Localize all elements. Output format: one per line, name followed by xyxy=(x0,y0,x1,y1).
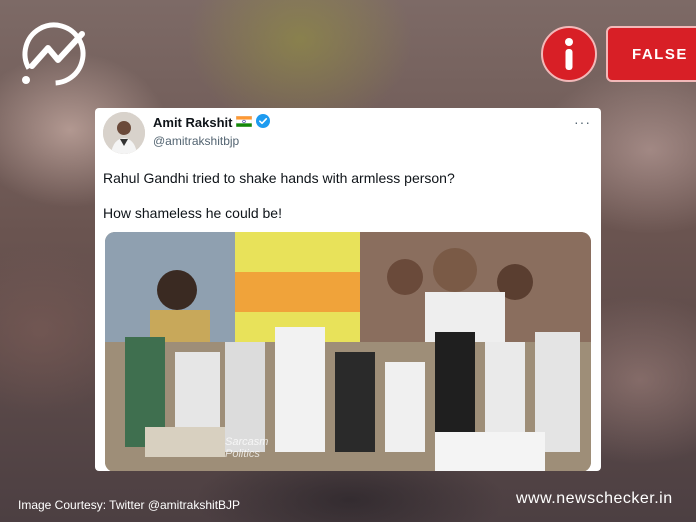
tweet-author[interactable]: Amit Rakshit xyxy=(153,114,271,131)
verdict-label: FALSE xyxy=(632,45,688,63)
newschecker-logo-icon xyxy=(18,18,90,90)
watermark-line-1: Sarcasm xyxy=(225,436,269,448)
india-flag-icon xyxy=(236,115,253,130)
author-name[interactable]: Amit Rakshit xyxy=(153,115,232,130)
info-icon xyxy=(541,26,597,82)
tweet-text-line-2: How shameless he could be! xyxy=(103,205,282,221)
site-url[interactable]: www.newschecker.in xyxy=(516,490,673,508)
image-courtesy-caption: Image Courtesy: Twitter @amitrakshitBJP xyxy=(18,498,241,512)
event-scene-image xyxy=(105,232,591,471)
verified-badge-icon xyxy=(256,114,271,131)
verdict-badge: FALSE xyxy=(606,26,696,82)
tweet-card: Amit Rakshit @amitrakshitbjp ··· Rahul G… xyxy=(95,108,601,471)
author-handle[interactable]: @amitrakshitbjp xyxy=(153,134,239,148)
watermark-line-2: Politics xyxy=(225,448,260,460)
avatar[interactable] xyxy=(103,112,145,154)
tweet-text-line-1: Rahul Gandhi tried to shake hands with a… xyxy=(103,170,455,186)
video-watermark: Sarcasm Politics xyxy=(225,436,268,460)
tweet-video-thumbnail[interactable]: Sarcasm Politics xyxy=(105,232,591,471)
more-dots-icon[interactable]: ··· xyxy=(574,114,591,130)
